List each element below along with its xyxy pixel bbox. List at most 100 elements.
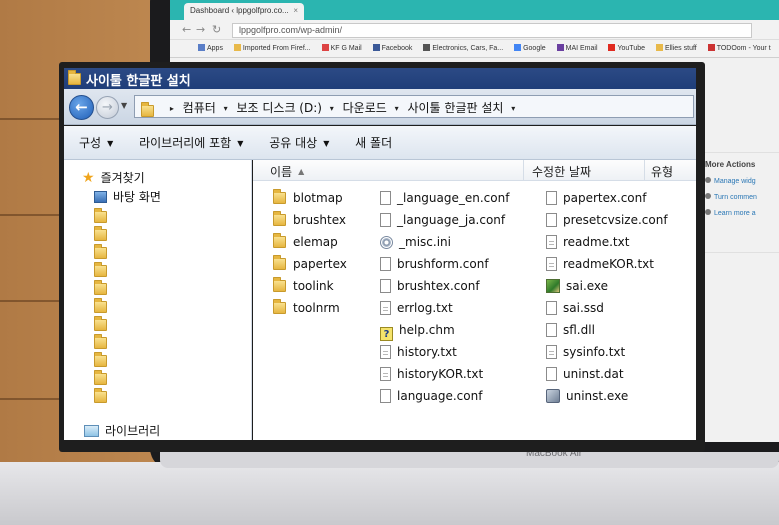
file-item[interactable]: sai.ssd bbox=[546, 301, 604, 315]
learn-more-link[interactable]: Learn more a bbox=[705, 209, 779, 217]
nav-folder[interactable] bbox=[94, 226, 107, 242]
file-item[interactable]: brushform.conf bbox=[380, 257, 489, 271]
turn-comments-link[interactable]: Turn commen bbox=[705, 193, 779, 201]
file-name: _language_en.conf bbox=[397, 191, 510, 205]
nav-libraries[interactable]: 라이브러리 bbox=[84, 422, 160, 439]
column-divider[interactable] bbox=[523, 160, 524, 181]
share-with-button[interactable]: 공유 대상 ▼ bbox=[269, 136, 329, 150]
file-item[interactable]: uninst.exe bbox=[546, 389, 628, 403]
document-icon bbox=[380, 257, 391, 271]
reload-icon[interactable]: ↻ bbox=[212, 23, 221, 36]
file-item[interactable]: language.conf bbox=[380, 389, 482, 403]
nav-folder[interactable] bbox=[94, 208, 107, 224]
bookmark-item[interactable]: Facebook bbox=[372, 44, 412, 52]
nav-folder[interactable] bbox=[94, 280, 107, 296]
bookmark-item[interactable]: Ellies stuff bbox=[655, 44, 697, 52]
bookmark-item[interactable]: Google bbox=[514, 44, 546, 52]
forward-arrow-icon[interactable]: → bbox=[196, 23, 205, 36]
recent-pages-dropdown-icon[interactable]: ▼ bbox=[121, 101, 127, 110]
folder-item[interactable]: toolnrm bbox=[273, 299, 340, 315]
nav-folder[interactable] bbox=[94, 316, 107, 332]
folder-item[interactable]: brushtex bbox=[273, 211, 346, 227]
file-item[interactable]: uninst.dat bbox=[546, 367, 624, 381]
file-name: blotmap bbox=[293, 191, 343, 205]
nav-folder[interactable] bbox=[94, 352, 107, 368]
file-name: _language_ja.conf bbox=[397, 213, 506, 227]
bookmark-item[interactable]: MAI Email bbox=[556, 44, 598, 52]
file-item[interactable]: _misc.ini bbox=[380, 235, 451, 249]
folder-item[interactable]: papertex bbox=[273, 255, 347, 271]
breadcrumb-downloads[interactable]: 다운로드 bbox=[343, 101, 387, 115]
chevron-down-icon[interactable]: ▾ bbox=[224, 104, 228, 113]
chevron-down-icon[interactable]: ▾ bbox=[395, 104, 399, 113]
folder-item[interactable]: blotmap bbox=[273, 189, 343, 205]
file-name: sysinfo.txt bbox=[563, 345, 626, 359]
folder-item[interactable]: elemap bbox=[273, 233, 338, 249]
folder-icon bbox=[94, 298, 107, 313]
file-item[interactable]: brushtex.conf bbox=[380, 279, 480, 293]
column-header-type[interactable]: 유형 bbox=[651, 163, 673, 180]
nav-desktop[interactable]: 바탕 화면 bbox=[94, 188, 161, 205]
file-name: errlog.txt bbox=[397, 301, 453, 315]
column-header-modified[interactable]: 수정한 날짜 bbox=[532, 163, 591, 180]
file-item[interactable]: readmeKOR.txt bbox=[546, 257, 654, 271]
file-item[interactable]: sfl.dll bbox=[546, 323, 595, 337]
file-item[interactable]: readme.txt bbox=[546, 235, 629, 249]
chevron-down-icon[interactable]: ▾ bbox=[511, 104, 515, 113]
browser-url-field[interactable]: lppgolfpro.com/wp-admin/ bbox=[232, 23, 752, 38]
laptop-hinge bbox=[160, 452, 779, 468]
nav-favorites[interactable]: ★ 즐겨찾기 bbox=[82, 169, 145, 186]
bookmark-item[interactable]: KF G Mail bbox=[321, 44, 362, 52]
window-titlebar[interactable]: 사이툴 한글판 설치 bbox=[64, 68, 696, 89]
column-divider[interactable] bbox=[644, 160, 645, 181]
forward-button[interactable]: → bbox=[96, 96, 119, 119]
column-header-name[interactable]: 이름 ▲ bbox=[270, 163, 304, 180]
breadcrumb-computer[interactable]: 컴퓨터 bbox=[183, 101, 216, 115]
file-name: toolink bbox=[293, 279, 334, 293]
nav-folder[interactable] bbox=[94, 388, 107, 404]
folder-item[interactable]: toolink bbox=[273, 277, 334, 293]
nav-folder[interactable] bbox=[94, 262, 107, 278]
text-file-icon bbox=[380, 367, 391, 381]
back-button[interactable]: ← bbox=[69, 95, 94, 120]
file-item[interactable]: papertex.conf bbox=[546, 191, 646, 205]
nav-folder[interactable] bbox=[94, 298, 107, 314]
nav-folder[interactable] bbox=[94, 370, 107, 386]
breadcrumb-drive-d[interactable]: 보조 디스크 (D:) bbox=[236, 101, 321, 115]
file-item[interactable]: history.txt bbox=[380, 345, 457, 359]
file-item[interactable]: presetcvsize.conf bbox=[546, 213, 668, 227]
nav-folder[interactable] bbox=[94, 334, 107, 350]
file-item[interactable]: historyKOR.txt bbox=[380, 367, 483, 381]
file-item[interactable]: errlog.txt bbox=[380, 301, 453, 315]
window-title: 사이툴 한글판 설치 bbox=[86, 74, 191, 89]
file-item[interactable]: sai.exe bbox=[546, 279, 608, 293]
breadcrumb-current-folder[interactable]: 사이툴 한글판 설치 bbox=[407, 101, 503, 115]
chevron-right-icon[interactable]: ▸ bbox=[170, 104, 174, 113]
bookmark-item[interactable]: Electronics, Cars, Fa... bbox=[423, 44, 503, 52]
bookmark-item[interactable]: Apps bbox=[198, 44, 223, 52]
file-name: brushtex.conf bbox=[397, 279, 480, 293]
file-name: sai.ssd bbox=[563, 301, 604, 315]
file-item[interactable]: ? help.chm bbox=[380, 323, 455, 341]
file-item[interactable]: sysinfo.txt bbox=[546, 345, 625, 359]
file-name: papertex bbox=[293, 257, 347, 271]
text-file-icon bbox=[546, 345, 557, 359]
browser-tab-bar: Dashboard ‹ lppgolfpro.co... × bbox=[170, 0, 779, 20]
new-folder-button[interactable]: 새 폴더 bbox=[355, 136, 392, 150]
bookmark-item[interactable]: Imported From Firef... bbox=[233, 44, 311, 52]
folder-icon bbox=[273, 211, 286, 226]
organize-button[interactable]: 구성 ▼ bbox=[79, 136, 113, 150]
bookmark-item[interactable]: YouTube bbox=[608, 44, 645, 52]
file-item[interactable]: _language_en.conf bbox=[380, 191, 509, 205]
file-item[interactable]: _language_ja.conf bbox=[380, 213, 505, 227]
include-in-library-button[interactable]: 라이브러리에 포함 ▼ bbox=[139, 136, 243, 150]
close-tab-icon[interactable]: × bbox=[293, 6, 298, 15]
back-arrow-icon[interactable]: ← bbox=[182, 23, 191, 36]
bookmark-item[interactable]: TODOom - Your t bbox=[707, 44, 771, 52]
nav-folder[interactable] bbox=[94, 244, 107, 260]
breadcrumb[interactable]: ▸ 컴퓨터 ▾ 보조 디스크 (D:) ▾ 다운로드 ▾ 사이툴 한글판 설치 … bbox=[134, 95, 694, 118]
browser-tab[interactable]: Dashboard ‹ lppgolfpro.co... × bbox=[184, 3, 304, 20]
document-icon bbox=[380, 213, 391, 227]
manage-widgets-link[interactable]: Manage widg bbox=[705, 177, 779, 185]
chevron-down-icon[interactable]: ▾ bbox=[330, 104, 334, 113]
